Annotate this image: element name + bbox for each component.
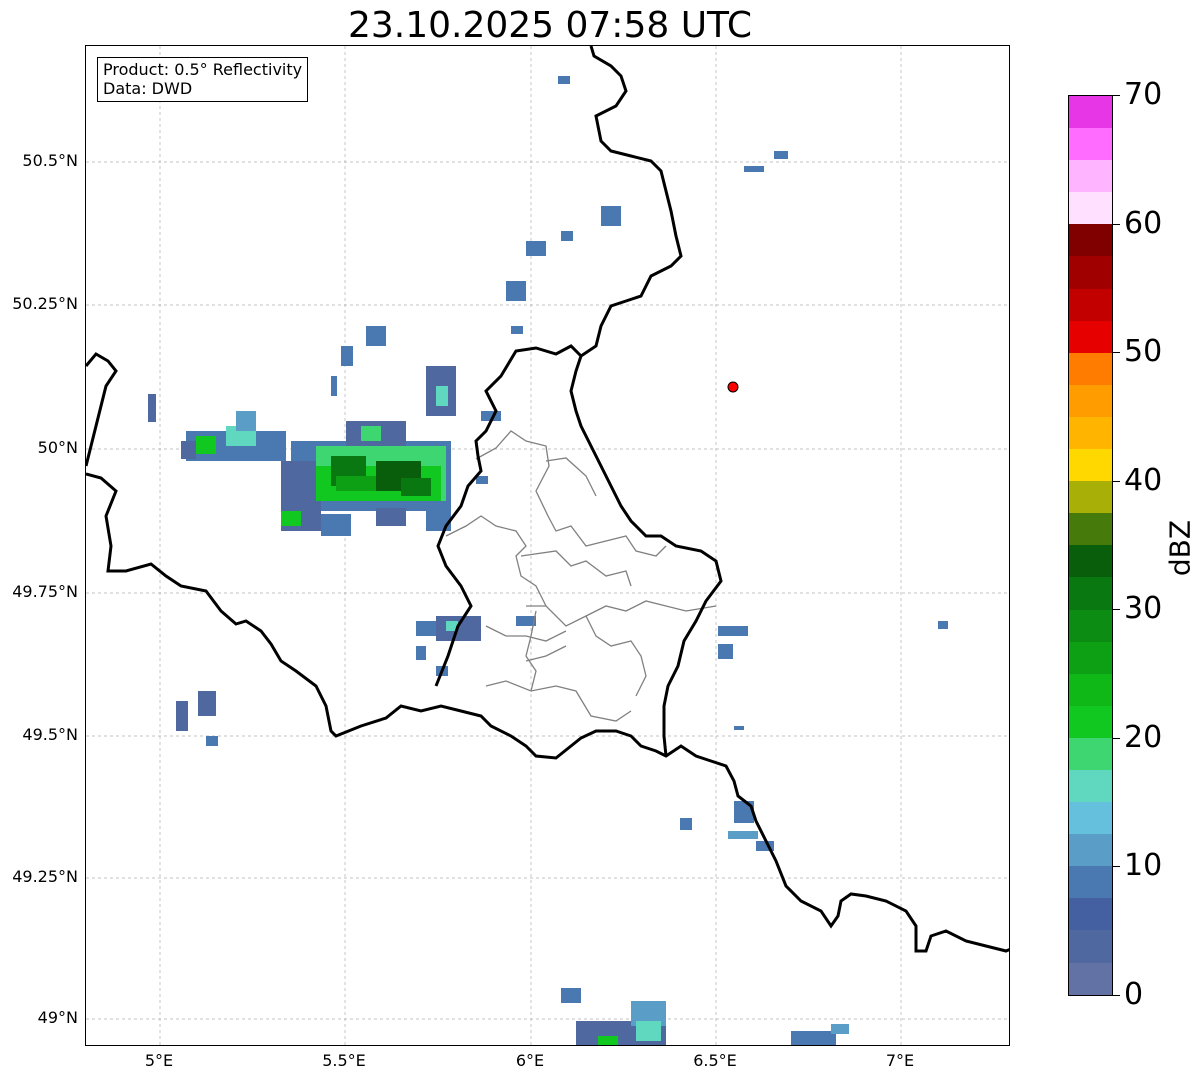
lon-tick: 5°E: [144, 1051, 174, 1070]
lat-tick: 49.25°N: [12, 867, 78, 886]
colorbar-segment: [1069, 352, 1112, 385]
product-info-box: Product: 0.5° Reflectivity Data: DWD: [97, 57, 309, 102]
lat-tick: 49°N: [37, 1008, 78, 1027]
echo-scatter-south: [176, 616, 948, 1045]
colorbar-segment: [1069, 737, 1112, 770]
colorbar-segment: [1069, 866, 1112, 899]
lon-tick: 7°E: [885, 1051, 915, 1070]
colorbar-tick: 20: [1124, 719, 1163, 755]
colorbar-tick-mark: [1113, 995, 1120, 996]
colorbar-segment: [1069, 256, 1112, 289]
lat-tick: 50.25°N: [12, 294, 78, 313]
colorbar-tick: 40: [1124, 462, 1163, 498]
colorbar-segment: [1069, 930, 1112, 963]
lat-tick: 50°N: [37, 438, 78, 457]
colorbar-tick-mark: [1113, 352, 1120, 354]
colorbar-segment: [1069, 673, 1112, 706]
colorbar-segment: [1069, 224, 1112, 257]
map-title: 23.10.2025 07:58 UTC: [347, 5, 753, 46]
colorbar-segment: [1069, 898, 1112, 931]
colorbar-segment: [1069, 192, 1112, 225]
lon-tick: 6°E: [515, 1051, 545, 1070]
colorbar-segment: [1069, 609, 1112, 642]
colorbar-segment: [1069, 128, 1112, 161]
data-source-label: Data: DWD: [103, 79, 193, 98]
colorbar-segment: [1069, 160, 1112, 193]
colorbar-segment: [1069, 513, 1112, 546]
lon-tick: 6.5°E: [693, 1051, 737, 1070]
product-label: Product: 0.5° Reflectivity: [103, 60, 303, 79]
echo-cluster-west: [148, 394, 286, 461]
colorbar-segment: [1069, 834, 1112, 867]
colorbar: [1068, 95, 1113, 996]
lat-tick: 49.5°N: [22, 725, 78, 744]
colorbar-segment: [1069, 481, 1112, 514]
colorbar-segment: [1069, 96, 1112, 129]
colorbar-label: dBZ: [1163, 519, 1197, 577]
radar-echoes: [148, 76, 948, 1045]
admin-boundaries: [445, 430, 717, 722]
map-canvas: [86, 46, 1009, 1045]
echo-cluster-main: [281, 421, 451, 536]
lat-tick: 49.75°N: [12, 582, 78, 601]
colorbar-tick: 10: [1124, 848, 1163, 884]
lat-tick: 50.5°N: [22, 151, 78, 170]
colorbar-tick-mark: [1113, 223, 1120, 225]
lon-tick: 5.5°E: [322, 1051, 366, 1070]
colorbar-tick: 70: [1124, 77, 1163, 112]
colorbar-segment: [1069, 962, 1112, 995]
colorbar-segment: [1069, 545, 1112, 578]
colorbar-segment: [1069, 705, 1112, 738]
colorbar-segment: [1069, 384, 1112, 417]
colorbar-tick: 0: [1124, 977, 1144, 1012]
colorbar-segment: [1069, 449, 1112, 482]
colorbar-tick: 50: [1124, 334, 1163, 370]
colorbar-tick-mark: [1113, 609, 1120, 611]
colorbar-tick: 30: [1124, 591, 1163, 627]
colorbar-tick: 60: [1124, 205, 1163, 241]
colorbar-segment: [1069, 320, 1112, 353]
colorbar-tick-mark: [1113, 866, 1120, 868]
colorbar-segment: [1069, 288, 1112, 321]
colorbar-tick-mark: [1113, 95, 1120, 96]
colorbar-tick-mark: [1113, 737, 1120, 739]
colorbar-segment: [1069, 577, 1112, 610]
colorbar-segment: [1069, 416, 1112, 450]
colorbar-tick-mark: [1113, 480, 1120, 482]
radar-map: [85, 45, 1010, 1046]
colorbar-segment: [1069, 641, 1112, 674]
colorbar-segment: [1069, 802, 1112, 835]
national-borders: [86, 46, 1009, 953]
radar-site-marker: [727, 381, 739, 393]
colorbar-segment: [1069, 769, 1112, 803]
